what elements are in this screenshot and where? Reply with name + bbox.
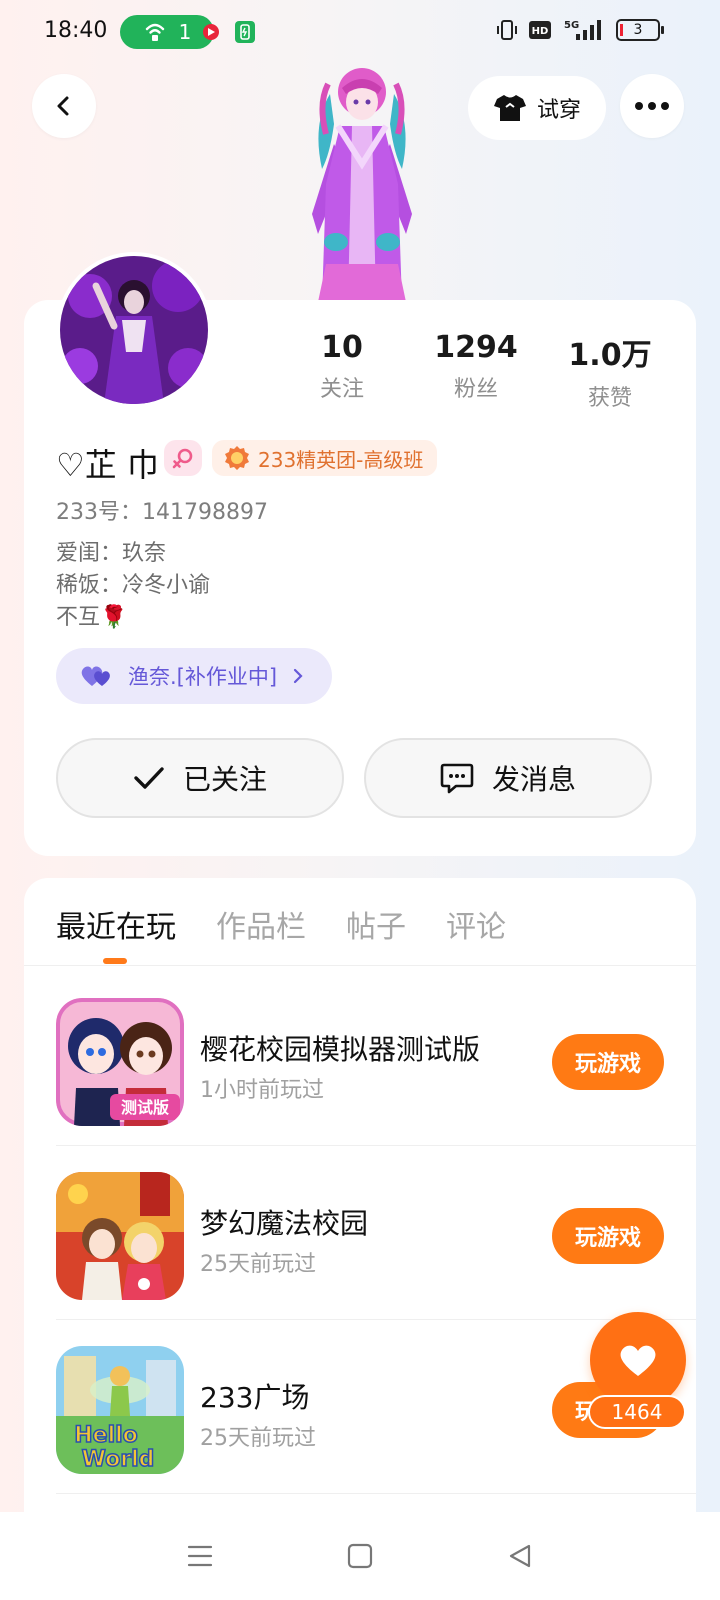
checkmark-icon: [134, 767, 164, 789]
game-icon-text: World: [82, 1447, 155, 1472]
status-bar: 18:40 1 HD 5G 3: [0, 0, 720, 64]
game-icon: [56, 1172, 184, 1300]
system-nav-bar: [0, 1512, 720, 1600]
app-notification-icon: [203, 24, 219, 40]
game-last-played: 25天前玩过: [200, 1426, 316, 1451]
heart-icon: [620, 1345, 656, 1376]
user-id: 233号：141798897: [56, 494, 268, 526]
stat-following-count: 10: [321, 330, 363, 365]
message-bubble-icon: [440, 763, 474, 794]
play-game-button[interactable]: 玩游戏: [552, 1208, 664, 1264]
home-square-icon[interactable]: [347, 1543, 373, 1569]
tab-works[interactable]: 作品栏: [216, 902, 306, 946]
game-title: 233广场: [200, 1381, 310, 1414]
chevron-right-icon: [293, 668, 303, 684]
battery-saver-icon: [235, 21, 255, 43]
try-on-label: 试穿: [536, 98, 581, 123]
svg-text:HD: HD: [532, 26, 549, 37]
group-badge[interactable]: 233精英团-高级班: [212, 440, 438, 476]
stat-following-label: 关注: [319, 377, 364, 402]
double-heart-icon: [81, 666, 110, 686]
avatar-image: [60, 256, 208, 404]
send-message-button[interactable]: 发消息: [364, 738, 652, 818]
play-game-button[interactable]: 玩游戏: [552, 1034, 664, 1090]
magic-school-icon: [56, 1172, 184, 1300]
hotspot-icon: [145, 23, 164, 41]
stat-fans-count: 1294: [434, 330, 518, 365]
game-icon: Hello World: [56, 1346, 184, 1474]
user-id-label: 233号：: [56, 500, 142, 525]
tab-recent-played[interactable]: 最近在玩: [56, 902, 176, 946]
battery-icon: 3: [616, 19, 664, 41]
more-button[interactable]: [620, 74, 684, 138]
game-icon-badge: 测试版: [121, 1098, 169, 1117]
tabs-divider: [24, 965, 696, 966]
send-message-label: 发消息: [491, 763, 576, 796]
row-divider: [56, 1145, 696, 1146]
row-divider: [56, 1493, 696, 1494]
back-button[interactable]: [32, 74, 96, 138]
game-row[interactable]: 测试版 樱花校园模拟器测试版 1小时前玩过 玩游戏: [56, 998, 696, 1174]
stat-fans[interactable]: 1294 粉丝: [416, 330, 536, 403]
game-title: 樱花校园模拟器测试版: [200, 1033, 481, 1066]
like-count: 1464: [588, 1395, 686, 1429]
stat-likes[interactable]: 1.0万 获赞: [550, 330, 670, 412]
status-time: 18:40: [44, 18, 108, 43]
gender-badge: [164, 440, 202, 476]
tab-comments[interactable]: 评论: [446, 902, 506, 946]
try-on-button[interactable]: 试穿: [468, 76, 606, 140]
stat-fans-label: 粉丝: [453, 377, 498, 402]
square-233-icon: Hello World: [56, 1346, 184, 1474]
bio-line: 爱闺：玖奈: [56, 541, 167, 566]
game-last-played: 1小时前玩过: [200, 1078, 324, 1103]
game-row[interactable]: 梦幻魔法校园 25天前玩过 玩游戏: [56, 1172, 696, 1348]
stat-likes-label: 获赞: [587, 386, 632, 411]
more-dots-icon: [635, 102, 669, 110]
avatar-3d-figure[interactable]: [282, 64, 442, 302]
sakura-school-icon: 测试版: [56, 998, 184, 1126]
like-button[interactable]: [590, 1312, 686, 1408]
cp-label: 渔奈.[补作业中]: [128, 665, 278, 689]
game-icon-text: Hello: [74, 1423, 138, 1448]
tab-active-indicator: [103, 958, 127, 964]
tab-posts[interactable]: 帖子: [346, 902, 406, 946]
back-triangle-icon[interactable]: [507, 1543, 533, 1569]
user-id-value: 141798897: [142, 500, 268, 525]
row-divider: [56, 1319, 696, 1320]
vibrate-icon: [497, 20, 517, 40]
followed-button[interactable]: 已关注: [56, 738, 344, 818]
avatar[interactable]: [56, 252, 212, 408]
bio: 爱闺：玖奈 稀饭：冷冬小谕 不互🌹: [56, 538, 210, 634]
status-indicators: HD 5G 3: [496, 18, 664, 42]
group-badge-label: 233精英团-高级班: [258, 447, 424, 472]
game-last-played: 25天前玩过: [200, 1252, 316, 1277]
battery-level: 3: [633, 22, 643, 38]
tshirt-icon: [493, 95, 526, 121]
chevron-left-icon: [57, 96, 69, 116]
game-title: 梦幻魔法校园: [200, 1207, 369, 1240]
game-icon: 测试版: [56, 998, 184, 1126]
svg-text:5G: 5G: [564, 20, 579, 31]
bio-line: 不互🌹: [56, 605, 128, 630]
hd-icon: HD: [529, 21, 551, 39]
group-emblem-icon: [225, 446, 249, 470]
stat-likes-count: 1.0万: [568, 338, 652, 373]
female-gender-icon: [172, 448, 193, 469]
signal-5g-icon: 5G: [564, 20, 601, 40]
stat-following[interactable]: 10 关注: [282, 330, 402, 403]
menu-icon[interactable]: [187, 1544, 213, 1568]
hotspot-count: 1: [178, 20, 192, 44]
followed-label: 已关注: [182, 763, 267, 796]
bio-line: 稀饭：冷冬小谕: [56, 573, 211, 598]
username: ♡芷 巾: [56, 446, 159, 484]
cp-relationship-pill[interactable]: 渔奈.[补作业中]: [56, 648, 332, 704]
